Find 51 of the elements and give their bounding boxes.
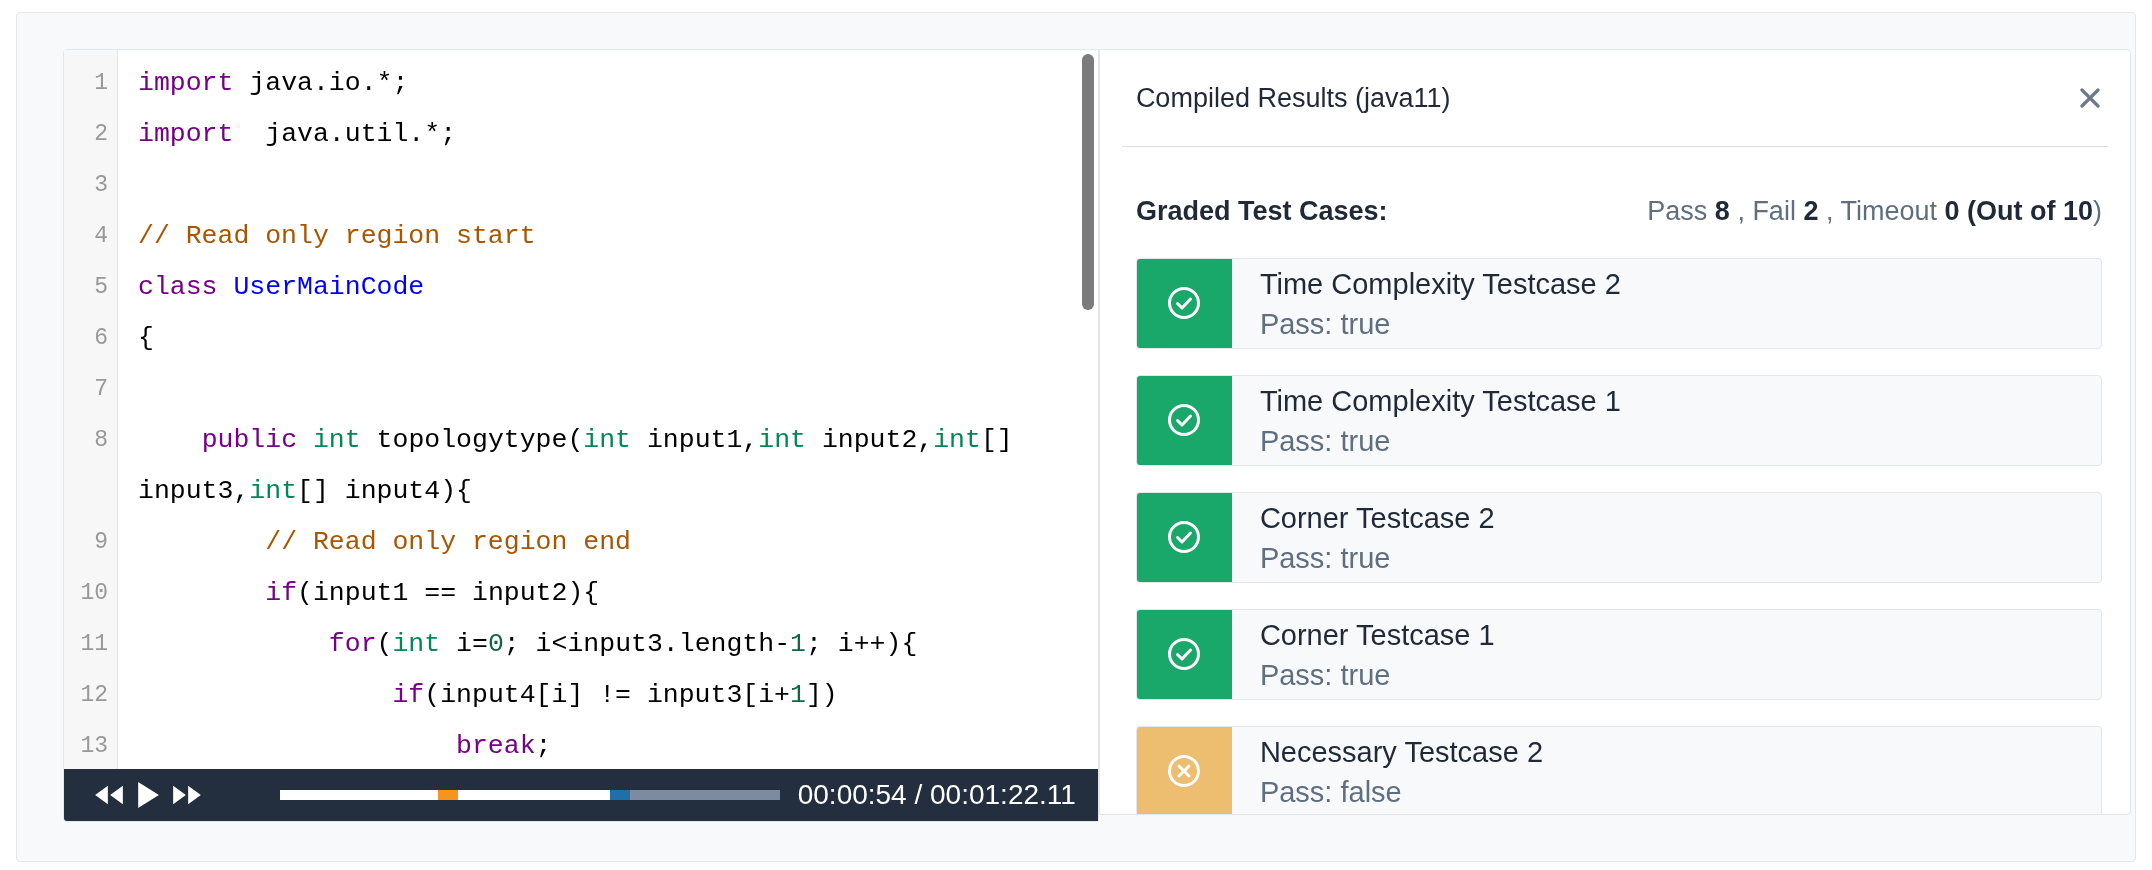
playback-time: 00:00:54 / 00:01:22.11 <box>797 778 1076 812</box>
line-number: 4 <box>93 222 109 251</box>
line-number: 13 <box>79 732 109 761</box>
code-line: class UserMainCode <box>138 271 426 304</box>
code-line: { <box>138 322 155 355</box>
testcase-detail: Pass: true <box>1259 423 1392 459</box>
marker <box>438 790 458 800</box>
testcase-detail: Pass: false <box>1259 774 1403 810</box>
code-line: import java.util.*; <box>138 118 458 151</box>
section-label: Graded Test Cases: <box>1135 195 1388 228</box>
code-line: // Read only region end <box>264 526 632 559</box>
result-summary: Pass 8 , Fail 2 , Timeout 0 (Out of 10) <box>1647 195 2102 228</box>
check-circle-icon <box>1167 520 1202 554</box>
line-number: 3 <box>93 171 109 200</box>
testcase-detail: Pass: true <box>1259 306 1392 342</box>
line-number: 8 <box>93 426 109 455</box>
line-number: 5 <box>93 273 109 302</box>
testcase-name: Corner Testcase 2 <box>1259 500 1495 536</box>
line-number: 6 <box>93 324 109 353</box>
fast-forward-icon[interactable] <box>172 783 202 807</box>
code-line: // Read only region start <box>138 220 537 253</box>
rewind-icon[interactable] <box>94 783 124 807</box>
play-icon[interactable] <box>136 780 160 810</box>
code-line: for(int i=0; i<input3.length-1; i++){ <box>327 628 919 661</box>
check-circle-icon <box>1167 286 1202 320</box>
panel-title: Compiled Results (java11) <box>1135 81 1451 115</box>
testcase-detail: Pass: true <box>1259 540 1392 576</box>
line-number: 2 <box>93 120 109 149</box>
testcase-name: Corner Testcase 1 <box>1259 617 1495 653</box>
line-number: 11 <box>79 630 109 659</box>
testcase-detail: Pass: true <box>1259 657 1392 693</box>
line-number: 9 <box>93 528 109 557</box>
code-line: break; <box>455 730 553 763</box>
testcase-name: Necessary Testcase 2 <box>1259 734 1544 770</box>
line-number: 1 <box>93 69 109 98</box>
line-number: 10 <box>79 579 109 608</box>
check-circle-icon <box>1167 403 1202 437</box>
testcase-name: Time Complexity Testcase 2 <box>1259 266 1621 302</box>
scrollbar-thumb[interactable] <box>1081 54 1094 310</box>
code-line: public int topologytype(int input1,int input2,int[] input3,int[] input4){ <box>138 424 1014 508</box>
testcase-name: Time Complexity Testcase 1 <box>1259 383 1621 419</box>
check-circle-icon <box>1167 637 1202 671</box>
progress-thumb[interactable] <box>610 790 630 800</box>
code-line: if(input1 == input2){ <box>264 577 601 610</box>
x-circle-icon <box>1167 754 1202 788</box>
line-number: 12 <box>79 681 109 710</box>
close-icon[interactable] <box>2080 88 2100 108</box>
progress-track[interactable] <box>280 790 780 800</box>
code-line: if(input4[i] != input3[i+1]) <box>391 679 839 712</box>
line-number: 7 <box>93 375 109 404</box>
code-line: import java.io.*; <box>138 67 410 100</box>
